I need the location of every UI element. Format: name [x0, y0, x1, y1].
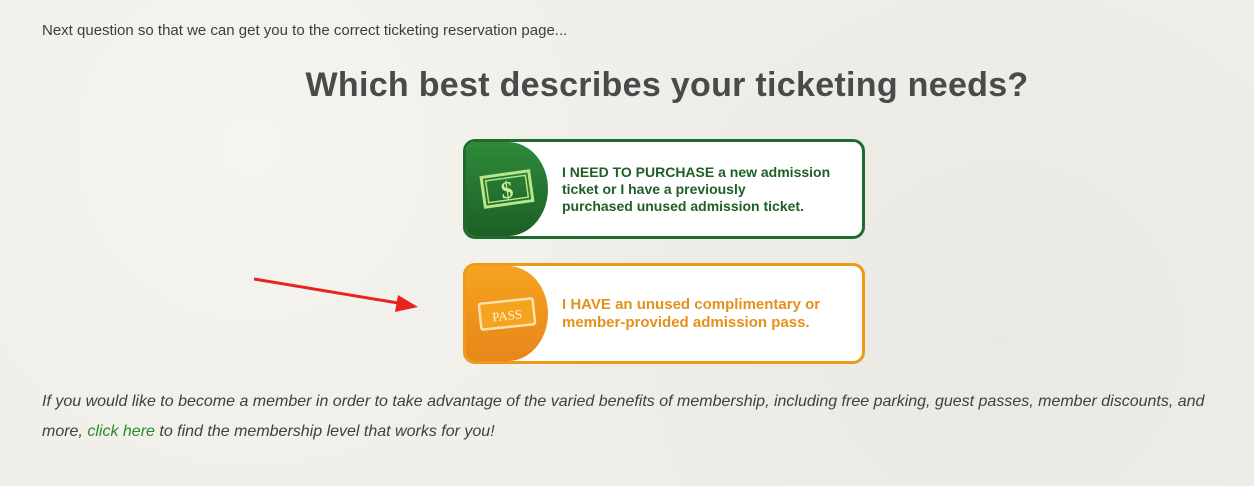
pass-icon-panel: PASS [466, 266, 548, 361]
red-arrow-pointer [253, 277, 418, 312]
purchase-option-text: I NEED TO PURCHASE a new admission ticke… [548, 142, 830, 236]
membership-link[interactable]: click here [87, 423, 155, 440]
purchase-line-3: purchased unused admission ticket. [562, 197, 804, 214]
purchase-icon-panel: $ [466, 142, 548, 236]
pass-line-2: member-provided admission pass. [562, 313, 810, 331]
purchase-line-1: I NEED TO PURCHASE a new admission [562, 163, 831, 180]
page-heading: Which best describes your ticketing need… [305, 66, 1029, 104]
intro-text: Next question so that we can get you to … [42, 22, 568, 39]
membership-text-after: to find the membership level that works … [154, 423, 495, 440]
complimentary-pass-option[interactable]: PASS I HAVE an unused complimentary or m… [463, 263, 865, 364]
purchase-ticket-option[interactable]: $ I NEED TO PURCHASE a new admission tic… [463, 139, 865, 239]
pass-ticket-icon: PASS [477, 296, 537, 331]
dollar-bill-icon: $ [479, 169, 535, 209]
svg-text:$: $ [500, 177, 516, 204]
page: Next question so that we can get you to … [0, 0, 1254, 486]
pass-icon-label: PASS [492, 306, 523, 324]
pass-option-text: I HAVE an unused complimentary or member… [548, 266, 820, 361]
pass-line-1: I HAVE an unused complimentary or [562, 295, 821, 313]
membership-text: If you would like to become a member in … [42, 387, 1232, 447]
purchase-line-2: ticket or I have a previously [562, 180, 746, 197]
